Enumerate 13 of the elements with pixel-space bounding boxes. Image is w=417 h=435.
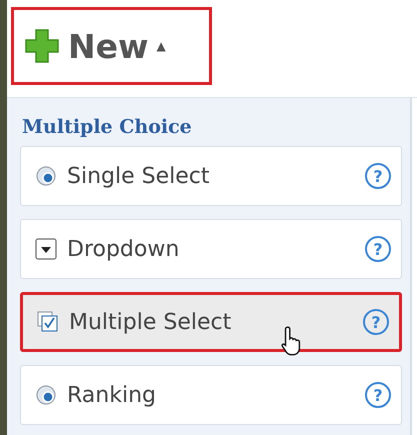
new-button[interactable]: New ▲ [11, 7, 212, 85]
dropdown-icon [35, 238, 57, 260]
help-icon[interactable]: ? [365, 163, 391, 189]
plus-icon [24, 28, 60, 64]
checkbox-icon [37, 311, 59, 333]
menu-item[interactable]: Dropdown ? [20, 219, 402, 279]
radio-icon [35, 165, 57, 187]
help-icon[interactable]: ? [365, 382, 391, 408]
menu-item[interactable]: Ranking ? [20, 365, 402, 425]
help-icon[interactable]: ? [365, 236, 391, 262]
menu-item[interactable]: Single Select ? [20, 146, 402, 206]
section-heading: Multiple Choice [21, 115, 193, 140]
radio-icon [35, 384, 57, 406]
